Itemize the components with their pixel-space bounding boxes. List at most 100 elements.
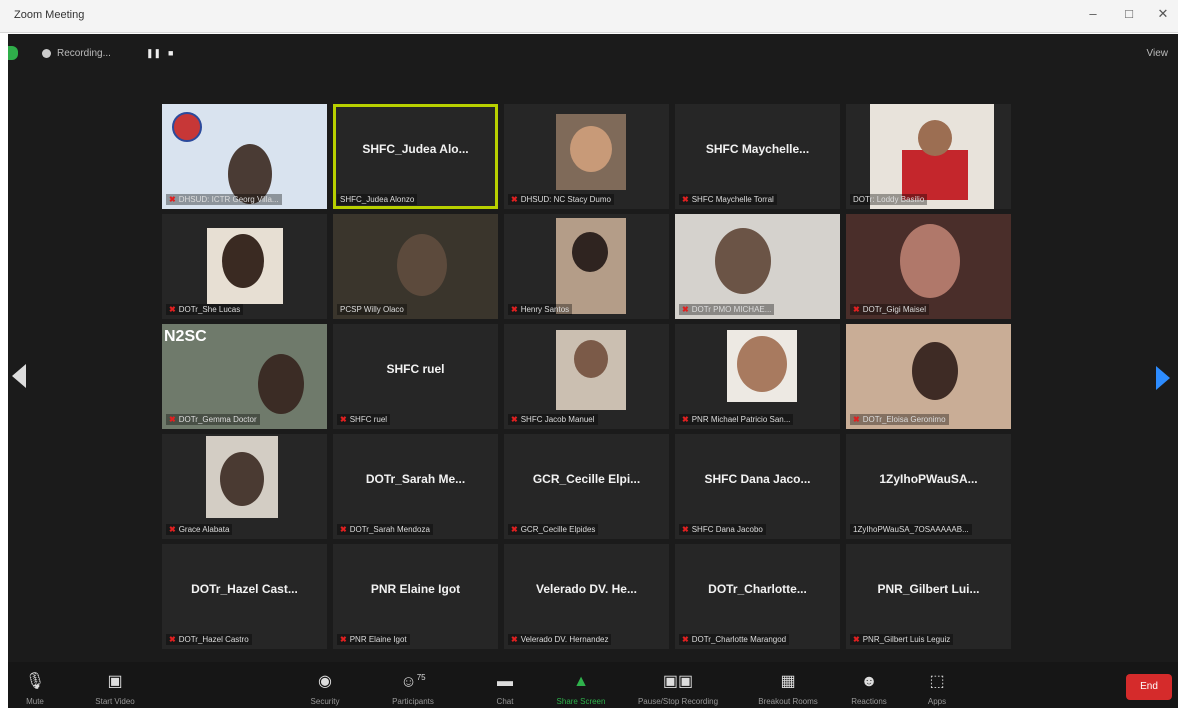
participant-name-label: ✖ DOTr PMO MICHAE... <box>679 304 775 315</box>
participant-name-label: ✖ DOTr_Charlotte Marangod <box>679 634 790 645</box>
participant-tile[interactable]: ✖ DOTr_Gigi Maisel <box>846 214 1011 319</box>
participant-name-label: ✖ DOTr_Hazel Castro <box>166 634 252 645</box>
apps-icon: ⬚ <box>929 673 945 690</box>
share-screen-button[interactable]: ▲ Share Screen <box>546 673 616 706</box>
participant-tile[interactable]: PCSP Willy Olaco <box>333 214 498 319</box>
participant-display-name: SHFC Maychelle... <box>705 142 810 156</box>
mute-button[interactable]: 🎙︎ Mute <box>8 671 70 706</box>
chat-bubble-icon: ▬ <box>497 673 513 690</box>
end-meeting-button[interactable]: End <box>1126 674 1172 700</box>
participant-tile[interactable]: PNR_Gilbert Lui... ✖ PNR_Gilbert Luis Leg… <box>846 544 1011 649</box>
muted-mic-icon: ✖ <box>853 635 860 644</box>
muted-mic-icon: ✖ <box>682 305 689 314</box>
participant-face <box>574 340 608 378</box>
participant-name-label: ✖ DHSUD: ICTR Georg Villa... <box>166 194 282 205</box>
participant-display-name: 1ZyIhoPWauSA... <box>879 472 978 486</box>
stop-recording-icon[interactable]: ■ <box>168 48 173 58</box>
shield-icon: ◉ <box>318 673 332 690</box>
muted-mic-icon: ✖ <box>511 635 518 644</box>
participant-tile[interactable]: SHFC ruel ✖ SHFC ruel <box>333 324 498 429</box>
minimize-button[interactable]: – <box>1082 6 1104 21</box>
participant-name-label: ✖ DOTr_Sarah Mendoza <box>337 524 433 535</box>
muted-mic-icon: ✖ <box>853 305 860 314</box>
muted-mic-icon: ✖ <box>511 525 518 534</box>
participant-tile[interactable]: N2SC ✖ DOTr_Gemma Doctor <box>162 324 327 429</box>
participant-tile[interactable]: ✖ SHFC Jacob Manuel <box>504 324 669 429</box>
pause-stop-recording-button[interactable]: ▣▣ Pause/Stop Recording <box>628 671 728 706</box>
participant-tile[interactable]: 1ZyIhoPWauSA... 1ZyIhoPWauSA_7OSAAAAAB..… <box>846 434 1011 539</box>
muted-mic-icon: ✖ <box>169 415 176 424</box>
window-titlebar: Zoom Meeting – □ ✕ <box>0 0 1178 33</box>
participant-tile[interactable]: ✖ DOTr_She Lucas <box>162 214 327 319</box>
participant-name-label: PCSP Willy Olaco <box>337 304 407 315</box>
participant-tile[interactable]: ✖ Henry Santos <box>504 214 669 319</box>
participant-tile[interactable]: SHFC Maychelle... ✖ SHFC Maychelle Torral <box>675 104 840 209</box>
participant-display-name: SHFC ruel <box>386 362 445 376</box>
participant-tile[interactable]: GCR_Cecille Elpi... ✖ GCR_Cecille Elpides <box>504 434 669 539</box>
participant-tile[interactable]: DOTr_Charlotte... ✖ DOTr_Charlotte Marang… <box>675 544 840 649</box>
participant-shirt <box>902 150 968 200</box>
muted-mic-icon: ✖ <box>682 525 689 534</box>
pause-recording-icon[interactable]: ❚❚ <box>146 48 161 59</box>
participant-tile[interactable]: PNR Elaine Igot ✖ PNR Elaine Igot <box>333 544 498 649</box>
breakout-rooms-button[interactable]: ▦ Breakout Rooms <box>748 671 828 706</box>
view-button[interactable]: View <box>1147 48 1169 59</box>
microphone-icon: 🎙︎ <box>24 673 46 690</box>
muted-mic-icon: ✖ <box>682 635 689 644</box>
participant-tile[interactable]: Velerado DV. He... ✖ Velerado DV. Hernand… <box>504 544 669 649</box>
video-camera-icon: ▣ <box>107 673 123 690</box>
participant-tile[interactable]: DOTr_Hazel Cast... ✖ DOTr_Hazel Castro <box>162 544 327 649</box>
participant-tile[interactable]: SHFC Dana Jaco... ✖ SHFC Dana Jacobo <box>675 434 840 539</box>
participant-tile[interactable]: DOTr_Sarah Me... ✖ DOTr_Sarah Mendoza <box>333 434 498 539</box>
participant-name-label: ✖ SHFC ruel <box>337 414 391 425</box>
meeting-toolbar: 🎙︎ Mute ▣ Start Video ◉ Security ☺75 Par… <box>8 662 1178 708</box>
participant-tile[interactable]: DOTr: Loddy Basilio <box>846 104 1011 209</box>
security-shield-icon[interactable] <box>8 46 18 60</box>
apps-button[interactable]: ⬚ Apps <box>902 671 972 706</box>
participant-face <box>570 126 612 172</box>
n2sc-logo: N2SC <box>164 328 207 345</box>
participant-tile[interactable]: ✖ DHSUD: ICTR Georg Villa... <box>162 104 327 209</box>
participant-display-name: SHFC_Judea Alo... <box>362 142 469 156</box>
participant-name-label: 1ZyIhoPWauSA_7OSAAAAAB... <box>850 524 972 535</box>
participant-tile[interactable]: ✖ DOTr PMO MICHAE... <box>675 214 840 319</box>
participant-name-label: ✖ PNR Michael Patricio San... <box>679 414 794 425</box>
participant-name-label: ✖ DOTr_She Lucas <box>166 304 244 315</box>
participant-video <box>900 224 960 298</box>
maximize-button[interactable]: □ <box>1118 6 1140 21</box>
participant-name-label: ✖ PNR_Gilbert Luis Leguiz <box>850 634 954 645</box>
muted-mic-icon: ✖ <box>340 525 347 534</box>
participant-tile-active-speaker[interactable]: SHFC_Judea Alo... SHFC_Judea Alonzo <box>333 104 498 209</box>
participants-count: 75 <box>416 672 426 682</box>
participant-display-name: DOTr_Charlotte... <box>708 582 807 596</box>
participant-tile[interactable]: ✖ DHSUD: NC Stacy Dumo <box>504 104 669 209</box>
muted-mic-icon: ✖ <box>511 305 518 314</box>
participant-name-label: ✖ Grace Alabata <box>166 524 233 535</box>
start-video-button[interactable]: ▣ Start Video <box>80 671 150 706</box>
participant-name-label: ✖ SHFC Maychelle Torral <box>679 194 777 205</box>
participant-display-name: DOTr_Sarah Me... <box>365 472 466 486</box>
participant-name-label: DOTr: Loddy Basilio <box>850 194 928 205</box>
muted-mic-icon: ✖ <box>340 635 347 644</box>
close-button[interactable]: ✕ <box>1152 6 1174 22</box>
participant-tile[interactable]: ✖ PNR Michael Patricio San... <box>675 324 840 429</box>
pause-stop-icon: ▣▣ <box>662 673 694 690</box>
participants-button[interactable]: ☺75 Participants <box>378 673 448 706</box>
participant-name-label: ✖ Velerado DV. Hernandez <box>508 634 612 645</box>
participant-name-label: ✖ DOTr_Gigi Maisel <box>850 304 929 315</box>
participant-face <box>222 234 264 288</box>
participant-face <box>220 452 264 506</box>
window-title: Zoom Meeting <box>14 9 85 21</box>
participant-name-label: ✖ PNR Elaine Igot <box>337 634 410 645</box>
chat-button[interactable]: ▬ Chat <box>470 673 540 706</box>
security-button[interactable]: ◉ Security <box>290 671 360 706</box>
smiley-icon: ☻ <box>860 673 878 690</box>
participant-name-label: SHFC_Judea Alonzo <box>337 194 418 205</box>
participant-tile[interactable]: ✖ DOTr_Eloisa Geronimo <box>846 324 1011 429</box>
next-page-arrow-icon[interactable] <box>1156 366 1170 390</box>
muted-mic-icon: ✖ <box>853 415 860 424</box>
participant-tile[interactable]: ✖ Grace Alabata <box>162 434 327 539</box>
meeting-topbar: Recording... ❚❚ ■ View <box>8 34 1178 72</box>
reactions-button[interactable]: ☻ Reactions <box>834 673 904 706</box>
previous-page-arrow-icon[interactable] <box>12 364 26 388</box>
